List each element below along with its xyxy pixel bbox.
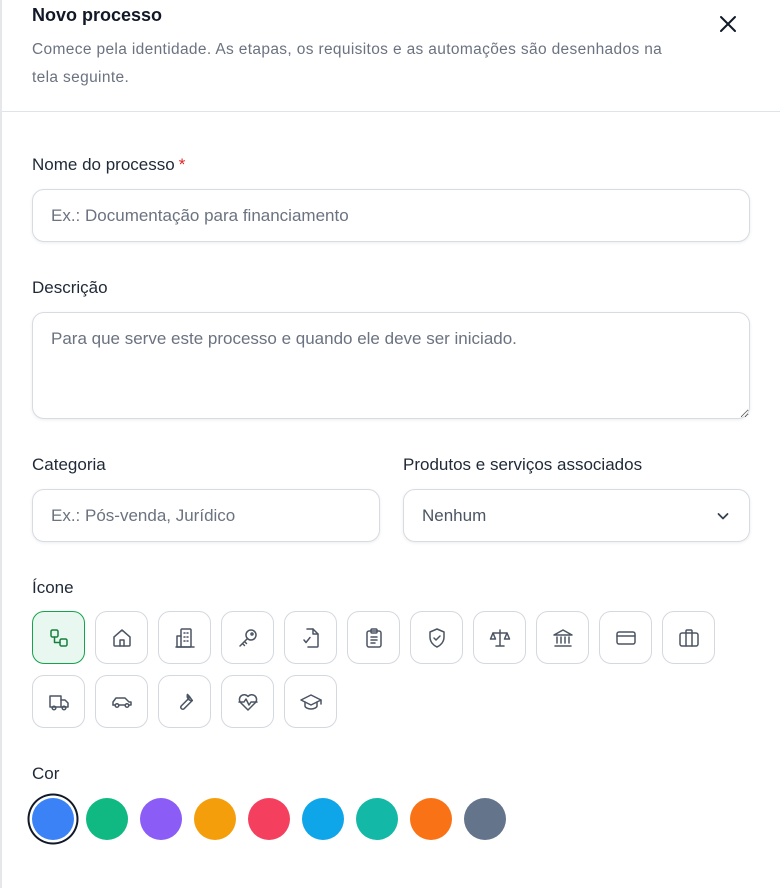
- category-input[interactable]: [32, 489, 380, 542]
- color-swatch-orange[interactable]: [410, 798, 452, 840]
- color-swatch-blue[interactable]: [32, 798, 74, 840]
- house-icon: [112, 628, 131, 647]
- products-selected-value: Nenhum: [422, 505, 487, 525]
- icon-option-car[interactable]: [95, 675, 148, 728]
- icon-option-building[interactable]: [158, 611, 211, 664]
- flow-icon: [49, 628, 68, 647]
- dialog-header: Novo processo Comece pela identidade. As…: [2, 0, 780, 112]
- chevron-down-icon: [717, 512, 729, 519]
- process-name-input[interactable]: [32, 189, 750, 242]
- icon-option-flow[interactable]: [32, 611, 85, 664]
- icon-option-credit-card[interactable]: [599, 611, 652, 664]
- color-swatch-sky[interactable]: [302, 798, 344, 840]
- color-label: Cor: [32, 764, 60, 783]
- products-select[interactable]: Nenhum: [403, 489, 750, 542]
- color-swatch-teal[interactable]: [356, 798, 398, 840]
- briefcase-icon: [678, 628, 699, 647]
- dialog-title: Novo processo: [32, 5, 163, 25]
- icon-option-house[interactable]: [95, 611, 148, 664]
- icon-option-truck[interactable]: [32, 675, 85, 728]
- heart-pulse-icon: [237, 693, 258, 711]
- car-icon: [111, 696, 132, 708]
- credit-card-icon: [615, 630, 636, 645]
- icon-option-heart-pulse[interactable]: [221, 675, 274, 728]
- name-label: Nome do processo *: [32, 155, 185, 175]
- color-swatch-slate[interactable]: [464, 798, 506, 840]
- icon-option-clipboard[interactable]: [347, 611, 400, 664]
- dialog-subtitle: Comece pela identidade. As etapas, os re…: [32, 41, 663, 86]
- wrench-icon: [179, 693, 193, 710]
- close-icon: [720, 16, 736, 32]
- category-label: Categoria: [32, 455, 106, 474]
- icon-option-scale[interactable]: [473, 611, 526, 664]
- close-button[interactable]: [712, 8, 744, 40]
- graduation-cap-icon: [299, 693, 322, 710]
- icon-option-document-check[interactable]: [284, 611, 337, 664]
- color-swatch-amber[interactable]: [194, 798, 236, 840]
- required-mark: *: [178, 155, 186, 174]
- icon-option-briefcase[interactable]: [662, 611, 715, 664]
- icon-option-key[interactable]: [221, 611, 274, 664]
- clipboard-icon: [365, 627, 382, 648]
- description-label: Descrição: [32, 278, 108, 297]
- key-icon: [238, 628, 257, 647]
- icon-option-bank[interactable]: [536, 611, 589, 664]
- icon-option-wrench[interactable]: [158, 675, 211, 728]
- document-check-icon: [302, 627, 319, 648]
- description-textarea[interactable]: [32, 312, 750, 419]
- shield-check-icon: [428, 627, 445, 648]
- icon-option-shield-check[interactable]: [410, 611, 463, 664]
- icon-label: Ícone: [32, 578, 74, 597]
- color-swatch-rose[interactable]: [248, 798, 290, 840]
- truck-icon: [48, 694, 69, 711]
- products-label: Produtos e serviços associados: [403, 455, 643, 474]
- color-swatch-green[interactable]: [86, 798, 128, 840]
- color-swatch-purple[interactable]: [140, 798, 182, 840]
- name-label-text: Nome do processo: [32, 155, 175, 174]
- scale-icon: [489, 628, 510, 647]
- bank-icon: [552, 628, 573, 647]
- icon-option-graduation-cap[interactable]: [284, 675, 337, 728]
- building-icon: [174, 627, 195, 648]
